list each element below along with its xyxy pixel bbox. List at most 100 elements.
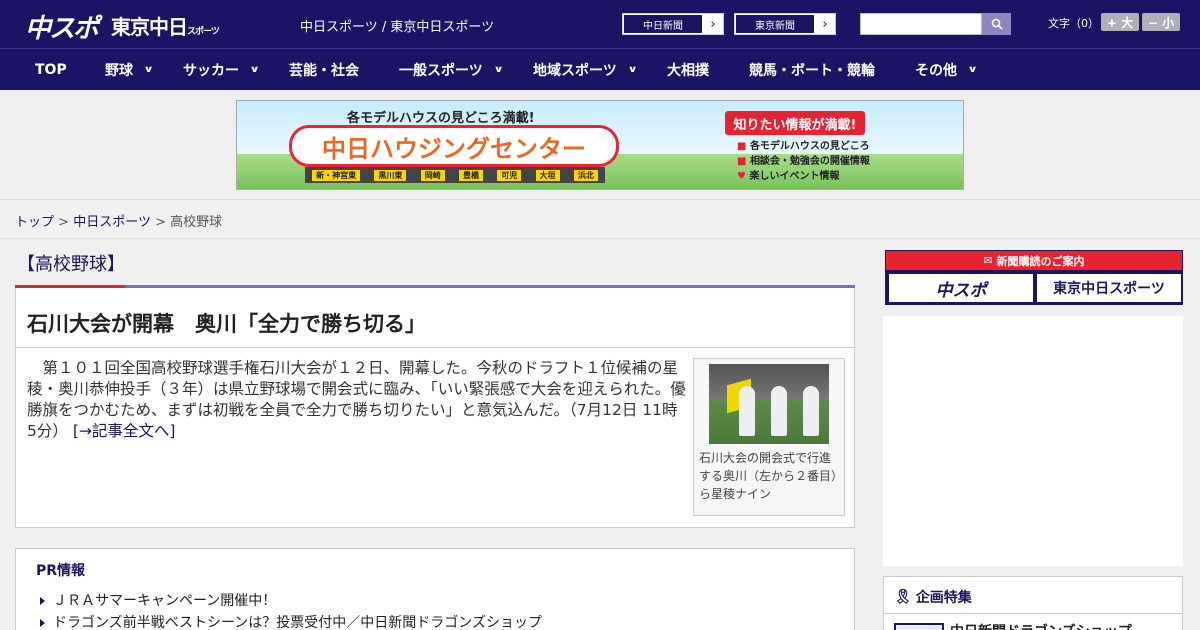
nav-label: 大相撲 <box>667 63 709 79</box>
font-larger-button[interactable]: + 大 <box>1101 13 1139 31</box>
article-card: 石川大会が開幕 奥川「全力で勝ち切る」 第１０１回全国高校野球選手権石川大会が１… <box>15 288 855 528</box>
breadcrumb: トップ > 中日スポーツ > 高校野球 <box>15 211 222 230</box>
banner-list-item: ■ 各モデルハウスの見どころ <box>737 139 870 154</box>
triangle-right-icon <box>40 619 45 627</box>
chevron-right-icon: › <box>822 16 828 32</box>
nav-label: TOP <box>35 62 67 78</box>
chevron-down-icon: ∨ <box>143 65 154 75</box>
nav-baseball[interactable]: 野球 ∨ <box>105 49 154 91</box>
nav-sumo[interactable]: 大相撲 <box>667 49 709 91</box>
banner-location: 新・神宮東 <box>312 169 361 181</box>
search-input[interactable] <box>860 13 982 35</box>
banner-location: 岡崎 <box>420 169 445 181</box>
banner-right-list: ■ 各モデルハウスの見どころ ■ 相談会・勉強会の開催情報 ♥ 楽しいイベント情… <box>737 139 870 184</box>
tokyo-shimbun-label: 東京新聞 <box>735 14 815 34</box>
tokyo-logo-text: 東京中日 <box>111 15 188 39</box>
house-icon: ■ <box>737 156 747 167</box>
banner-right-heading: 知りたい情報が満載! <box>725 111 865 135</box>
pr-item[interactable]: ＪＲＡサマーキャンペーン開催中！ <box>40 590 276 610</box>
chevron-down-icon: ∨ <box>967 65 978 75</box>
article-body: 第１０１回全国高校野球選手権石川大会が１２日、開幕した。今秋のドラフト１位候補の… <box>27 358 687 442</box>
breadcrumb-chuspo-link[interactable]: 中日スポーツ <box>73 215 151 230</box>
chevron-down-icon: ∨ <box>249 65 260 75</box>
banner-location: 豊橋 <box>458 169 483 181</box>
pr-item-text: ドラゴンズ前半戦ベストシーンは？投票受付中／中日新聞ドラゴンズショップ <box>53 615 543 630</box>
banner-area: 各モデルハウスの見どころ満載! 中日ハウジングセンター 新・神宮東 黒川東 岡崎… <box>0 90 1200 200</box>
chunichi-shimbun-button[interactable]: 中日新聞 › <box>622 13 724 35</box>
subscription-heading: ✉ 新聞購読のご案内 <box>886 251 1182 270</box>
divider <box>16 347 854 348</box>
nav-label: サッカー <box>183 63 239 79</box>
article-headline: 石川大会が開幕 奥川「全力で勝ち切る」 <box>27 312 426 336</box>
site-names: 中日スポーツ / 東京中日スポーツ <box>300 20 495 35</box>
tokyo-logo-suffix: スポーツ <box>187 27 220 37</box>
banner-locations: 新・神宮東 黒川東 岡崎 豊橋 可児 大垣 浜北 <box>305 167 605 183</box>
feature-title: 🎗 企画特集 <box>894 587 972 607</box>
chuspo-logo[interactable]: 中スポ <box>25 8 99 45</box>
house-icon: ■ <box>737 141 747 152</box>
sidebar-ad-slot <box>883 316 1183 566</box>
banner-list-text: 楽しいイベント情報 <box>749 171 840 182</box>
feature-title-text: 企画特集 <box>915 590 972 606</box>
feature-thumbnail[interactable] <box>894 623 944 630</box>
chevron-down-icon: ∨ <box>627 65 638 75</box>
search-button[interactable] <box>982 13 1011 35</box>
banner-main-text: 中日ハウジングセンター <box>289 125 619 167</box>
nav-label: 芸能・社会 <box>289 63 359 79</box>
subscribe-tokyo-chunichi-button[interactable]: 東京中日スポーツ <box>1037 274 1181 302</box>
nav-label: その他 <box>915 63 957 79</box>
article-photo[interactable] <box>709 364 829 444</box>
banner-list-item: ♥ 楽しいイベント情報 <box>737 169 870 184</box>
feature-box: 🎗企画特集 中日新聞ドラゴンズショップ <box>883 576 1183 630</box>
nav-label: 野球 <box>105 63 133 79</box>
nav-other[interactable]: その他 ∨ <box>915 49 978 91</box>
banner-location: 黒川東 <box>374 169 407 181</box>
nav-racing[interactable]: 競馬・ボート・競輪 <box>749 49 875 91</box>
subscription-box: ✉ 新聞購読のご案内 中スポ 東京中日スポーツ <box>885 250 1183 305</box>
category-title: 【高校野球】 <box>17 254 125 275</box>
subscription-heading-text: 新聞購読のご案内 <box>996 254 1085 268</box>
heart-icon: ♥ <box>737 171 746 182</box>
pr-title: PR情報 <box>36 563 86 579</box>
pr-item[interactable]: ドラゴンズ前半戦ベストシーンは？投票受付中／中日新聞ドラゴンズショップ <box>40 612 542 630</box>
article-photo-box: 石川大会の開会式で行進する奥川（左から２番目）ら星稜ナイン <box>693 358 845 516</box>
photo-caption: 石川大会の開会式で行進する奥川（左から２番目）ら星稜ナイン <box>699 451 838 501</box>
tokyo-shimbun-button[interactable]: 東京新聞 › <box>734 13 836 35</box>
nav-label: 地域スポーツ <box>533 63 617 79</box>
ribbon-icon: 🎗 <box>894 589 912 605</box>
font-smaller-button[interactable]: − 小 <box>1142 13 1180 31</box>
subscribe-chuspo-button[interactable]: 中スポ <box>889 274 1033 302</box>
nav-local-sports[interactable]: 地域スポーツ ∨ <box>533 49 638 91</box>
breadcrumb-top-link[interactable]: トップ <box>15 215 54 230</box>
main-nav: TOP 野球 ∨ サッカー ∨ 芸能・社会 一般スポーツ ∨ 地域スポーツ ∨ 大相撲 … <box>0 48 1200 90</box>
chevron-down-icon: ∨ <box>493 65 504 75</box>
nav-top[interactable]: TOP <box>35 49 67 91</box>
font-size-label: 文字（0） <box>1048 17 1099 30</box>
player-figure <box>803 386 819 436</box>
banner-location: 大垣 <box>535 169 560 181</box>
ticket-icon: ✉ <box>983 254 997 267</box>
breadcrumb-separator: > <box>58 215 70 230</box>
nav-label: 競馬・ボート・競輪 <box>749 63 875 79</box>
housing-center-ad-banner[interactable]: 各モデルハウスの見どころ満載! 中日ハウジングセンター 新・神宮東 黒川東 岡崎… <box>236 100 964 190</box>
tokyo-chunichi-logo[interactable]: 東京中日スポーツ <box>111 11 220 40</box>
nav-entertainment[interactable]: 芸能・社会 <box>289 49 359 91</box>
search-icon <box>991 18 1003 30</box>
feature-item-link[interactable]: 中日新聞ドラゴンズショップ <box>950 621 1132 630</box>
banner-list-text: 相談会・勉強会の開催情報 <box>749 156 870 167</box>
player-figure <box>739 386 755 436</box>
breadcrumb-current: 高校野球 <box>170 215 223 230</box>
banner-top-text: 各モデルハウスの見どころ満載! <box>347 111 535 126</box>
nav-general-sports[interactable]: 一般スポーツ ∨ <box>399 49 504 91</box>
divider <box>884 613 1182 614</box>
read-more-link[interactable]: [→記事全文へ] <box>73 422 176 440</box>
pr-box: PR情報 ＪＲＡサマーキャンペーン開催中！ ドラゴンズ前半戦ベストシーンは？投票… <box>15 548 855 630</box>
pr-item-text: ＪＲＡサマーキャンペーン開催中！ <box>53 593 277 609</box>
triangle-right-icon <box>40 597 45 605</box>
banner-location: 浜北 <box>573 169 598 181</box>
breadcrumb-area: トップ > 中日スポーツ > 高校野球 <box>0 200 1200 239</box>
nav-label: 一般スポーツ <box>399 63 483 79</box>
banner-list-item: ■ 相談会・勉強会の開催情報 <box>737 154 870 169</box>
nav-soccer[interactable]: サッカー ∨ <box>183 49 260 91</box>
player-figure <box>771 386 787 436</box>
